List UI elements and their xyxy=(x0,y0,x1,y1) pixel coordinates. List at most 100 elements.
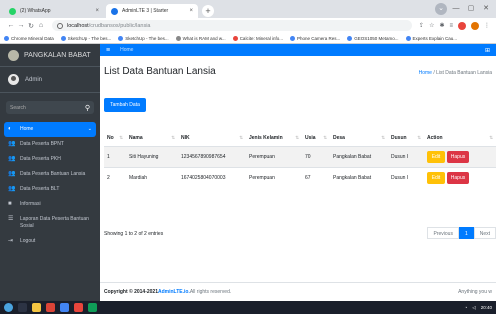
url-input[interactable]: localhost /crudbansos/public/lansia xyxy=(52,20,412,31)
adminlte-icon xyxy=(111,7,118,15)
user-name: Admin xyxy=(25,76,43,83)
column-header[interactable]: Dusun ⇅ xyxy=(388,130,424,147)
column-header[interactable]: No ⇅ xyxy=(104,130,126,147)
sidebar-item-label: Data Peserta PKH xyxy=(20,156,61,162)
logout-icon: ⇥ xyxy=(8,238,14,244)
sidebar-search-input[interactable]: Search ⚲ xyxy=(6,101,94,114)
bookmark-favicon-icon xyxy=(60,35,66,41)
search-icon[interactable] xyxy=(18,303,27,312)
footer-brand-link[interactable]: AdminLTE.io. xyxy=(158,289,190,295)
edit-button[interactable]: Edit xyxy=(427,150,445,163)
tab-search-icon[interactable]: ⌄ xyxy=(435,3,447,15)
user-panel[interactable]: Admin xyxy=(0,67,100,93)
extension-icon[interactable] xyxy=(458,21,466,30)
page-title: List Data Bantuan Lansia xyxy=(104,66,216,77)
nav-home-link[interactable]: Home xyxy=(120,47,133,53)
bookmark-item[interactable]: SketchUp - The bes... xyxy=(118,35,169,41)
column-header[interactable]: Desa ⇅ xyxy=(330,130,388,147)
search-icon[interactable]: ⚲ xyxy=(85,104,90,112)
column-header[interactable]: Jenis Kelamin ⇅ xyxy=(246,130,302,147)
star-icon[interactable]: ☆ xyxy=(429,22,434,29)
volume-icon[interactable]: ◁ xyxy=(472,305,475,311)
edit-button[interactable]: Edit xyxy=(427,171,445,184)
bookmark-label: Calcite: Mineral info... xyxy=(239,35,283,41)
profile-avatar-icon[interactable] xyxy=(471,21,479,30)
bookmark-favicon-icon xyxy=(232,35,238,41)
pagination-previous[interactable]: Previous xyxy=(427,227,459,239)
puzzle-icon[interactable]: ✱ xyxy=(439,22,444,29)
bookmark-item[interactable]: Phone Camera Res... xyxy=(289,35,340,41)
table-cell: Mardiah xyxy=(126,166,178,188)
hamburger-menu-icon[interactable]: ≡ xyxy=(106,47,110,54)
tab-label: (2) WhatsApp xyxy=(20,8,51,14)
sort-icon: ⇅ xyxy=(417,134,421,140)
tab-adminlte[interactable]: AdminLTE 3 | Starter × xyxy=(106,4,198,18)
kebab-menu-icon[interactable]: ⋮ xyxy=(484,22,490,29)
column-header[interactable]: NIK ⇅ xyxy=(178,130,246,147)
sidebar-item-informasi[interactable]: ■ Informasi xyxy=(0,197,100,212)
bookmark-item[interactable]: Calcite: Mineral info... xyxy=(232,35,283,41)
pagination-page[interactable]: 1 xyxy=(458,227,474,239)
table-cell: 70 xyxy=(302,145,330,167)
forward-icon[interactable]: → xyxy=(16,22,26,29)
close-icon[interactable]: × xyxy=(189,8,193,14)
add-data-button[interactable]: Tambah Data xyxy=(104,98,146,112)
start-icon[interactable] xyxy=(4,303,13,312)
media-icon[interactable]: ≡ xyxy=(449,23,453,29)
bookmark-item[interactable]: SketchUp - The bes... xyxy=(60,35,111,41)
app-icon[interactable] xyxy=(88,303,97,312)
app-icon[interactable] xyxy=(60,303,69,312)
users-icon: 👥 xyxy=(8,171,16,177)
maximize-icon[interactable]: ▢ xyxy=(465,3,477,15)
delete-button[interactable]: Hapus xyxy=(447,171,469,184)
new-tab-button[interactable]: + xyxy=(202,5,214,17)
chrome-icon[interactable] xyxy=(46,303,55,312)
home-icon[interactable]: ⌂ xyxy=(36,22,46,29)
bookmark-item[interactable]: GEOS1050 Metamo... xyxy=(347,35,399,41)
bookmark-item[interactable]: What is RAM and w... xyxy=(175,35,226,41)
column-header[interactable]: Nama ⇅ xyxy=(126,130,178,147)
back-icon[interactable]: ← xyxy=(6,22,16,29)
sidebar-item-data-peserta-blt[interactable]: 👥 Data Peserta BLT xyxy=(0,182,100,197)
reload-icon[interactable]: ↻ xyxy=(26,22,36,30)
brand-link[interactable]: PANGKALAN BABAT xyxy=(0,44,100,67)
pagination-next[interactable]: Next xyxy=(473,227,496,239)
chevron-down-icon: ⌄ xyxy=(87,126,92,132)
browser-tabbar: (2) WhatsApp × AdminLTE 3 | Starter × + … xyxy=(0,0,496,18)
sidebar-item-data-peserta-bantuan-lansia[interactable]: 👥 Data Peserta Bantuan Lansia xyxy=(0,167,100,182)
table-row: 2 Mardiah 1674025804070003 Perempuan 67 Pangk… xyxy=(104,166,496,188)
table-cell: 67 xyxy=(302,166,330,188)
minimize-icon[interactable]: — xyxy=(450,3,462,15)
wifi-icon[interactable]: ◔ xyxy=(465,305,468,310)
url-host: localhost xyxy=(67,22,89,29)
bookmark-favicon-icon xyxy=(118,35,124,41)
users-icon: 👥 xyxy=(8,186,16,192)
close-window-icon[interactable]: ✕ xyxy=(480,3,492,15)
sidebar-item-data-peserta-bpnt[interactable]: 👥 Data Peserta BPNT xyxy=(0,137,100,152)
breadcrumb-home[interactable]: Home xyxy=(419,70,432,76)
fullscreen-icon[interactable]: ⊞ xyxy=(485,47,490,54)
explorer-icon[interactable] xyxy=(32,303,41,312)
address-bar: ← → ↻ ⌂ localhost /crudbansos/public/lan… xyxy=(0,18,496,33)
sidebar-item-laporan-data-peserta-bantuan-sosial[interactable]: ☰ Laporan Data Peserta Bantuan Sosial xyxy=(0,212,100,234)
close-icon[interactable]: × xyxy=(95,8,99,14)
sidebar-item-data-peserta-pkh[interactable]: 👥 Data Peserta PKH xyxy=(0,152,100,167)
bookmark-item[interactable]: Chrome Mineral Data xyxy=(4,35,54,41)
delete-button[interactable]: Hapus xyxy=(447,150,469,163)
table-cell-actions: Edit Hapus xyxy=(424,166,496,188)
column-header[interactable]: Usia ⇅ xyxy=(302,130,330,147)
share-icon[interactable]: ⇪ xyxy=(419,22,424,29)
sidebar-item-label: Logout xyxy=(20,238,36,244)
bookmark-item[interactable]: Experts Explain Cau... xyxy=(405,35,457,41)
tab-whatsapp[interactable]: (2) WhatsApp × xyxy=(4,4,104,18)
column-header[interactable]: Action ⇅ xyxy=(424,130,496,147)
sidebar-item-logout[interactable]: ⇥ Logout xyxy=(0,234,100,249)
app-icon[interactable] xyxy=(74,303,83,312)
users-icon: 👥 xyxy=(8,141,16,147)
bookmark-label: Chrome Mineral Data xyxy=(11,35,54,41)
site-info-icon[interactable] xyxy=(57,22,63,29)
sidebar-item-label: Data Peserta BLT xyxy=(20,186,60,192)
sidebar-item-home[interactable]: ◐ Home ⌄ xyxy=(4,122,96,137)
table-info: Showing 1 to 2 of 2 entries xyxy=(104,231,164,237)
clock[interactable]: 20:40 xyxy=(481,305,492,310)
